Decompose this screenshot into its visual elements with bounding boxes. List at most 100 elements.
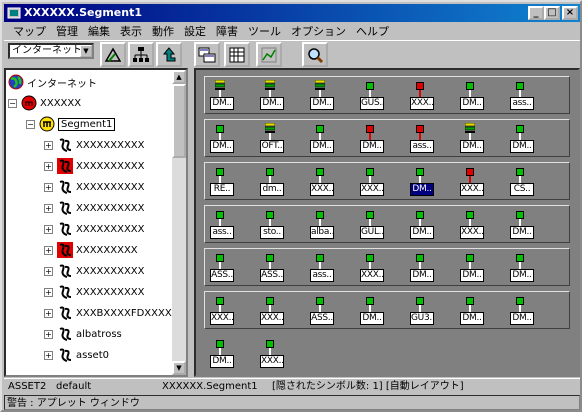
map-symbol[interactable]: CS.. bbox=[510, 168, 534, 198]
map-symbol[interactable]: ass.. bbox=[310, 254, 334, 284]
calculator-icon[interactable] bbox=[224, 42, 250, 67]
zoom-icon[interactable] bbox=[302, 42, 328, 67]
tree-node[interactable]: インターネット bbox=[8, 72, 97, 92]
tree-node[interactable]: + XXXXXXXXXX bbox=[44, 177, 145, 197]
expand-icon[interactable]: + bbox=[44, 287, 53, 297]
scroll-down-button[interactable]: ▼ bbox=[172, 361, 186, 375]
map-symbol[interactable]: OFT.. bbox=[260, 123, 284, 155]
menu-item[interactable]: オプション bbox=[286, 23, 351, 39]
map-symbol[interactable]: GUS.. bbox=[360, 82, 384, 112]
map-symbol[interactable]: DM.. bbox=[210, 340, 234, 370]
scroll-thumb[interactable] bbox=[172, 84, 186, 158]
up-arrow-icon[interactable] bbox=[156, 42, 182, 67]
minimize-button[interactable]: _ bbox=[528, 6, 544, 20]
map-symbol[interactable]: DM.. bbox=[460, 254, 484, 284]
map-pane[interactable]: DM.. DM.. DM.. GUS.. XXX.. DM.. ass.. DM.. OFT..… bbox=[194, 68, 580, 377]
expand-icon[interactable]: + bbox=[44, 161, 53, 171]
map-symbol[interactable]: XXX.. bbox=[310, 168, 334, 198]
expand-icon[interactable]: + bbox=[44, 329, 53, 339]
tree-pane[interactable]: インターネット − XXXXXX − Segment1 + XXXXXXXXXX + XXXXX… bbox=[4, 68, 188, 377]
map-symbol[interactable]: sto.. bbox=[260, 211, 284, 241]
menu-item[interactable]: 表示 bbox=[115, 23, 147, 39]
tree-node[interactable]: + XXXXXXXXXX bbox=[44, 282, 145, 302]
map-symbol[interactable]: DM.. bbox=[510, 254, 534, 284]
scroll-up-button[interactable]: ▲ bbox=[172, 70, 186, 84]
map-symbol[interactable]: DM.. bbox=[410, 254, 434, 284]
map-symbol[interactable]: DM.. bbox=[260, 80, 284, 112]
close-button[interactable]: × bbox=[562, 6, 578, 20]
map-symbol[interactable]: ass.. bbox=[210, 211, 234, 241]
map-symbol[interactable]: ASS.. bbox=[260, 254, 284, 284]
map-symbol[interactable]: DM.. bbox=[210, 80, 234, 112]
expand-icon[interactable]: + bbox=[44, 350, 53, 360]
map-symbol[interactable]: XXX.. bbox=[210, 297, 234, 327]
menu-item[interactable]: ツール bbox=[243, 23, 286, 39]
expand-icon[interactable]: + bbox=[44, 245, 53, 255]
menu-item[interactable]: 障害 bbox=[211, 23, 243, 39]
expand-icon[interactable]: + bbox=[44, 203, 53, 213]
collapse-icon[interactable]: − bbox=[26, 119, 35, 129]
tree-node[interactable]: + XXXXXXXXX bbox=[44, 240, 138, 260]
map-symbol[interactable]: ass.. bbox=[510, 82, 534, 112]
menu-item[interactable]: マップ bbox=[8, 23, 51, 39]
map-symbol[interactable]: ass.. bbox=[410, 125, 434, 155]
map-symbol[interactable]: DM.. bbox=[360, 125, 384, 155]
tree-node[interactable]: − XXXXXX bbox=[8, 93, 81, 113]
maximize-button[interactable]: □ bbox=[544, 6, 560, 20]
tree-node[interactable]: + XXXXXXXXXX bbox=[44, 198, 145, 218]
map-symbol[interactable]: RE.. bbox=[210, 168, 234, 198]
expand-icon[interactable]: + bbox=[44, 140, 53, 150]
expand-icon[interactable]: + bbox=[44, 266, 53, 276]
map-symbol[interactable]: DM.. bbox=[460, 297, 484, 327]
tree-node[interactable]: + XXXBXXXXFDXXXXX bbox=[44, 303, 179, 323]
tree-scrollbar[interactable]: ▲ ▼ bbox=[172, 70, 186, 375]
map-symbol[interactable]: alba.. bbox=[310, 211, 334, 241]
map-symbol[interactable]: DM.. bbox=[310, 80, 334, 112]
map-symbol[interactable]: DM.. bbox=[460, 82, 484, 112]
expand-icon[interactable]: + bbox=[44, 308, 53, 318]
collapse-icon[interactable]: − bbox=[8, 98, 17, 108]
menu-item[interactable]: 管理 bbox=[51, 23, 83, 39]
map-symbol[interactable]: DM.. bbox=[210, 125, 234, 155]
tree-node[interactable]: + albatross bbox=[44, 324, 122, 344]
tree-node[interactable]: + XXXXXXXXXX bbox=[44, 135, 145, 155]
graph-icon[interactable] bbox=[256, 42, 282, 67]
menu-item[interactable]: ヘルプ bbox=[351, 23, 394, 39]
map-symbol[interactable]: XXX.. bbox=[260, 297, 284, 327]
map-symbol[interactable]: ASS.. bbox=[310, 297, 334, 327]
map-symbol[interactable]: DM.. bbox=[510, 125, 534, 155]
map-symbol[interactable]: DM.. bbox=[310, 125, 334, 155]
title-bar[interactable]: XXXXXX.Segment1 _ □ × bbox=[4, 4, 580, 22]
map-symbol[interactable]: DM.. bbox=[460, 123, 484, 155]
map-up-icon[interactable] bbox=[100, 42, 126, 67]
expand-icon[interactable]: + bbox=[44, 182, 53, 192]
map-symbol[interactable]: DM.. bbox=[360, 297, 384, 327]
map-symbol[interactable]: XXX.. bbox=[410, 82, 434, 112]
map-symbol[interactable]: XXX.. bbox=[460, 211, 484, 241]
tree-node[interactable]: + XXXXXXXXXX bbox=[44, 261, 145, 281]
tree-node[interactable]: + XXXXXXXXXX bbox=[44, 156, 145, 176]
map-symbol[interactable]: XXX.. bbox=[260, 340, 284, 370]
map-symbol[interactable]: XXX.. bbox=[360, 168, 384, 198]
tree-node[interactable]: + asset0 bbox=[44, 345, 109, 365]
map-symbol[interactable]: DM.. bbox=[410, 168, 434, 198]
map-symbol[interactable]: GU3.. bbox=[410, 297, 434, 327]
map-symbol[interactable]: DM.. bbox=[410, 211, 434, 241]
map-symbol[interactable]: DM.. bbox=[510, 211, 534, 241]
menu-item[interactable]: 動作 bbox=[147, 23, 179, 39]
tree-node[interactable]: + XXXXXXXXXX bbox=[44, 219, 145, 239]
submap-icon[interactable] bbox=[194, 42, 220, 67]
map-selector-combo[interactable]: インターネット ▼ bbox=[8, 43, 94, 59]
map-symbol[interactable]: dm.. bbox=[260, 168, 284, 198]
chevron-down-icon[interactable]: ▼ bbox=[80, 45, 92, 57]
menu-item[interactable]: 設定 bbox=[179, 23, 211, 39]
tree-node[interactable]: − Segment1 bbox=[26, 114, 116, 134]
map-symbol[interactable]: GUL.. bbox=[360, 211, 384, 241]
map-symbol[interactable]: XXX.. bbox=[360, 254, 384, 284]
map-symbol[interactable]: ASS.. bbox=[210, 254, 234, 284]
expand-icon[interactable]: + bbox=[44, 224, 53, 234]
map-symbol[interactable]: XXX.. bbox=[460, 168, 484, 198]
map-symbol[interactable]: DM.. bbox=[510, 297, 534, 327]
network-tree-icon[interactable] bbox=[128, 42, 154, 67]
menu-item[interactable]: 編集 bbox=[83, 23, 115, 39]
